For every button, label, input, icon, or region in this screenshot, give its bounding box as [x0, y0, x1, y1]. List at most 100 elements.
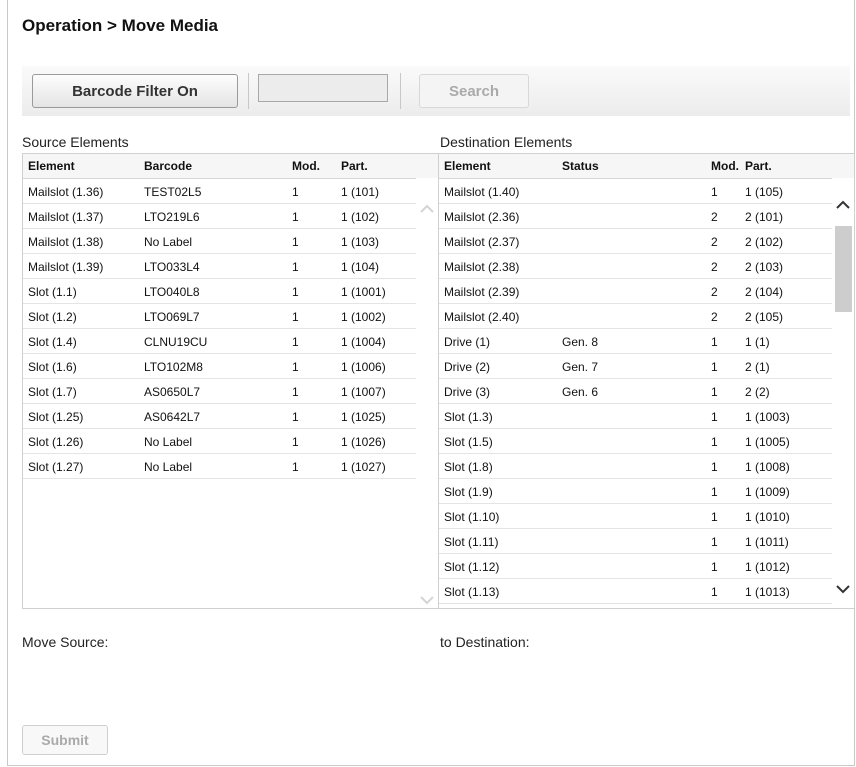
cell-part: 1 (1011) — [745, 535, 789, 549]
chevron-down-icon[interactable] — [419, 595, 435, 607]
table-row[interactable]: Slot (1.3) 1 1 (1003) — [439, 404, 832, 429]
column-header-part[interactable]: Part. — [341, 159, 368, 173]
cell-part: 1 (1026) — [341, 435, 386, 449]
cell-element: Slot (1.2) — [28, 310, 77, 324]
table-row[interactable]: Slot (1.13) 1 1 (1013) — [439, 579, 832, 604]
table-row[interactable]: Slot (1.25) AS0642L7 1 1 (1025) — [23, 404, 416, 429]
table-row[interactable]: Mailslot (1.38) No Label 1 1 (103) — [23, 229, 416, 254]
table-row[interactable]: Slot (1.7) AS0650L7 1 1 (1007) — [23, 379, 416, 404]
submit-button[interactable]: Submit — [22, 725, 108, 755]
cell-element: Mailslot (2.39) — [444, 285, 520, 299]
table-row[interactable]: Drive (3) Gen. 6 1 2 (2) — [439, 379, 832, 404]
column-header-part[interactable]: Part. — [745, 159, 772, 173]
source-elements-title: Source Elements — [22, 134, 129, 150]
table-row[interactable]: Slot (1.4) CLNU19CU 1 1 (1004) — [23, 329, 416, 354]
source-elements-table: Element Barcode Mod. Part. Mailslot (1.3… — [22, 153, 439, 609]
table-row[interactable]: Slot (1.9) 1 1 (1009) — [439, 479, 832, 504]
table-row[interactable]: Mailslot (1.36) TEST02L5 1 1 (101) — [23, 179, 416, 204]
table-row[interactable]: Mailslot (1.39) LTO033L4 1 1 (104) — [23, 254, 416, 279]
source-rows: Mailslot (1.36) TEST02L5 1 1 (101) Mailslot … — [23, 179, 438, 479]
table-row[interactable]: Slot (1.6) LTO102M8 1 1 (1006) — [23, 354, 416, 379]
table-row[interactable]: Mailslot (2.38) 2 2 (103) — [439, 254, 832, 279]
table-row[interactable]: Slot (1.8) 1 1 (1008) — [439, 454, 832, 479]
table-header: Element Barcode Mod. Part. — [23, 154, 438, 179]
chevron-down-icon[interactable] — [835, 584, 851, 596]
cell-mod: 2 — [711, 310, 718, 324]
source-scrollbar[interactable] — [416, 178, 438, 608]
search-button[interactable]: Search — [419, 74, 529, 108]
column-header-mod[interactable]: Mod. — [711, 159, 739, 173]
column-header-element[interactable]: Element — [444, 159, 491, 173]
cell-mod: 1 — [711, 435, 718, 449]
cell-mod: 1 — [292, 360, 299, 374]
cell-mod: 1 — [711, 360, 718, 374]
cell-part: 1 (1004) — [341, 335, 386, 349]
cell-element: Mailslot (2.40) — [444, 310, 520, 324]
cell-element: Mailslot (2.37) — [444, 235, 520, 249]
cell-part: 1 (1003) — [745, 410, 790, 424]
cell-part: 1 (1) — [745, 335, 770, 349]
cell-part: 2 (1) — [745, 360, 770, 374]
column-header-mod[interactable]: Mod. — [292, 159, 320, 173]
cell-barcode: LTO102M8 — [144, 360, 203, 374]
cell-element: Mailslot (2.38) — [444, 260, 520, 274]
cell-element: Slot (1.6) — [28, 360, 77, 374]
cell-part: 1 (1006) — [341, 360, 386, 374]
cell-part: 1 (104) — [341, 260, 380, 274]
cell-status: Gen. 6 — [562, 385, 599, 399]
cell-barcode: No Label — [144, 435, 193, 449]
cell-element: Slot (1.13) — [444, 585, 500, 599]
cell-mod: 1 — [711, 535, 718, 549]
cell-part: 2 (101) — [745, 210, 784, 224]
cell-mod: 1 — [711, 410, 718, 424]
cell-part: 2 (2) — [745, 385, 770, 399]
cell-element: Slot (1.12) — [444, 560, 500, 574]
cell-part: 1 (1025) — [341, 410, 386, 424]
cell-mod: 1 — [292, 260, 299, 274]
toolbar: Barcode Filter On Search — [22, 66, 850, 116]
table-row[interactable]: Drive (2) Gen. 7 1 2 (1) — [439, 354, 832, 379]
table-row[interactable]: Mailslot (2.39) 2 2 (104) — [439, 279, 832, 304]
cell-barcode: LTO069L7 — [144, 310, 200, 324]
cell-element: Slot (1.3) — [444, 410, 493, 424]
table-row[interactable]: Slot (1.11) 1 1 (1011) — [439, 529, 832, 554]
cell-part: 2 (104) — [745, 285, 784, 299]
table-row[interactable]: Mailslot (1.37) LTO219L6 1 1 (102) — [23, 204, 416, 229]
table-row[interactable]: Slot (1.5) 1 1 (1005) — [439, 429, 832, 454]
destination-elements-table: Element Status Mod. Part. Mailslot (1.40… — [438, 153, 855, 609]
table-row[interactable]: Slot (1.27) No Label 1 1 (1027) — [23, 454, 416, 479]
table-row[interactable]: Drive (1) Gen. 8 1 1 (1) — [439, 329, 832, 354]
table-row[interactable]: Slot (1.10) 1 1 (1010) — [439, 504, 832, 529]
column-header-barcode[interactable]: Barcode — [144, 159, 192, 173]
cell-part: 2 (102) — [745, 235, 784, 249]
cell-element: Drive (3) — [444, 385, 491, 399]
toolbar-divider — [400, 73, 401, 109]
cell-mod: 1 — [711, 585, 718, 599]
column-header-element[interactable]: Element — [28, 159, 75, 173]
destination-scrollbar[interactable] — [832, 178, 854, 608]
table-row[interactable]: Mailslot (2.37) 2 2 (102) — [439, 229, 832, 254]
search-input[interactable] — [258, 74, 388, 102]
table-header: Element Status Mod. Part. — [439, 154, 854, 179]
table-row[interactable]: Slot (1.1) LTO040L8 1 1 (1001) — [23, 279, 416, 304]
chevron-up-icon[interactable] — [419, 202, 435, 214]
cell-element: Mailslot (1.36) — [28, 185, 104, 199]
table-row[interactable]: Mailslot (2.36) 2 2 (101) — [439, 204, 832, 229]
cell-barcode: AS0650L7 — [144, 385, 201, 399]
cell-element: Drive (2) — [444, 360, 491, 374]
cell-mod: 1 — [292, 235, 299, 249]
table-row[interactable]: Slot (1.12) 1 1 (1012) — [439, 554, 832, 579]
barcode-filter-button[interactable]: Barcode Filter On — [32, 74, 238, 108]
table-row[interactable]: Slot (1.2) LTO069L7 1 1 (1002) — [23, 304, 416, 329]
table-row[interactable]: Slot (1.14)11 (1014) — [439, 604, 832, 608]
table-row[interactable]: Mailslot (2.40) 2 2 (105) — [439, 304, 832, 329]
table-row[interactable]: Mailslot (1.40) 1 1 (105) — [439, 179, 832, 204]
cell-part: 1 (1007) — [341, 385, 386, 399]
cell-element: Slot (1.9) — [444, 485, 493, 499]
chevron-up-icon[interactable] — [835, 198, 851, 210]
cell-mod: 1 — [292, 285, 299, 299]
scrollbar-thumb[interactable] — [835, 226, 852, 312]
table-row[interactable]: Slot (1.26) No Label 1 1 (1026) — [23, 429, 416, 454]
cell-mod: 1 — [292, 185, 299, 199]
column-header-status[interactable]: Status — [562, 159, 599, 173]
